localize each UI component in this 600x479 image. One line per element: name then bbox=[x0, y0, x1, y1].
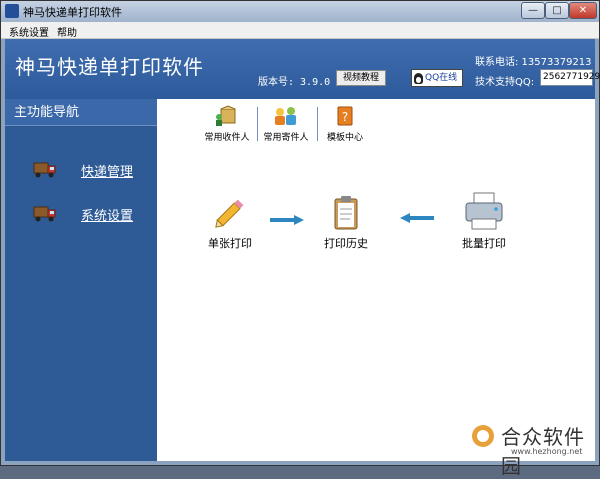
close-button[interactable]: ✕ bbox=[569, 2, 597, 19]
people-icon bbox=[275, 107, 296, 125]
tool-label: 常用收件人 bbox=[204, 133, 250, 143]
workflow-label: 打印历史 bbox=[324, 237, 368, 250]
svg-text:?: ? bbox=[342, 110, 348, 124]
box-people-icon bbox=[216, 105, 236, 126]
app-title: 神马快递单打印软件 bbox=[15, 55, 204, 79]
minimize-button[interactable]: — bbox=[521, 2, 545, 19]
menu-bar: 系统设置 帮助 bbox=[1, 22, 599, 39]
single-print-button[interactable]: 单张打印 bbox=[203, 193, 257, 251]
title-bar[interactable]: 神马快递单打印软件 — □ ✕ bbox=[1, 1, 599, 22]
pencil-icon bbox=[215, 199, 244, 228]
watermark-logo bbox=[472, 425, 494, 447]
toolbar-divider bbox=[317, 107, 318, 141]
tool-frequent-senders[interactable]: 常用寄件人 bbox=[261, 105, 311, 149]
truck-icon bbox=[33, 162, 56, 178]
tool-frequent-recipients[interactable]: 常用收件人 bbox=[203, 105, 251, 149]
main-panel: 常用收件人 常用寄件人 ? 模板中心 单张打印 打印历史 批量打印 bbox=[157, 99, 595, 461]
contact-phone: 联系电话: 13573379213 bbox=[475, 57, 592, 68]
clipboard-icon bbox=[334, 196, 358, 230]
truck-icon bbox=[33, 206, 56, 222]
support-qq-label: 技术支持QQ: bbox=[475, 77, 535, 88]
batch-print-button[interactable]: 批量打印 bbox=[456, 191, 512, 251]
app-window: 神马快递单打印软件 — □ ✕ 系统设置 帮助 神马快递单打印软件 版本号: 3… bbox=[0, 0, 600, 478]
site-watermark: 合众软件园 www.hezhong.net bbox=[471, 421, 596, 478]
version-label: 版本号: 3.9.0 bbox=[258, 77, 331, 88]
arrow-right-icon bbox=[270, 215, 304, 225]
arrow-left-icon bbox=[400, 213, 434, 223]
printer-icon bbox=[465, 192, 503, 230]
qq-online-button[interactable]: QQ在线 bbox=[411, 69, 463, 87]
header-banner: 神马快递单打印软件 版本号: 3.9.0 视频教程 QQ在线 联系电话: 135… bbox=[5, 39, 600, 99]
workflow-label: 批量打印 bbox=[462, 237, 506, 250]
sidebar-item-label: 快递管理 bbox=[81, 165, 134, 180]
menu-help[interactable]: 帮助 bbox=[57, 24, 77, 39]
sidebar-item-system-settings[interactable]: 系统设置 bbox=[5, 201, 157, 229]
toolbar-divider bbox=[257, 107, 258, 141]
sidebar-item-label: 系统设置 bbox=[81, 209, 134, 224]
tool-template-center[interactable]: ? 模板中心 bbox=[323, 105, 367, 149]
workflow-label: 单张打印 bbox=[208, 237, 252, 250]
sidebar: 主功能导航 快递管理 系统设置 bbox=[5, 99, 157, 461]
window-title: 神马快递单打印软件 bbox=[23, 6, 122, 19]
app-icon bbox=[5, 4, 19, 18]
tool-label: 常用寄件人 bbox=[263, 133, 309, 143]
qq-penguin-icon bbox=[414, 73, 423, 84]
watermark-url: www.hezhong.net bbox=[511, 447, 583, 456]
print-history-button[interactable]: 打印历史 bbox=[319, 193, 373, 251]
sidebar-item-express-management[interactable]: 快递管理 bbox=[5, 157, 157, 185]
qq-online-label: QQ在线 bbox=[425, 73, 458, 83]
video-tutorial-button[interactable]: 视频教程 bbox=[336, 70, 386, 86]
help-book-icon: ? bbox=[337, 106, 353, 126]
sidebar-title: 主功能导航 bbox=[5, 99, 157, 126]
support-qq-field[interactable]: 2562771929 bbox=[540, 69, 600, 86]
menu-system-settings[interactable]: 系统设置 bbox=[9, 24, 49, 39]
maximize-button[interactable]: □ bbox=[545, 2, 569, 19]
tool-label: 模板中心 bbox=[326, 133, 363, 143]
